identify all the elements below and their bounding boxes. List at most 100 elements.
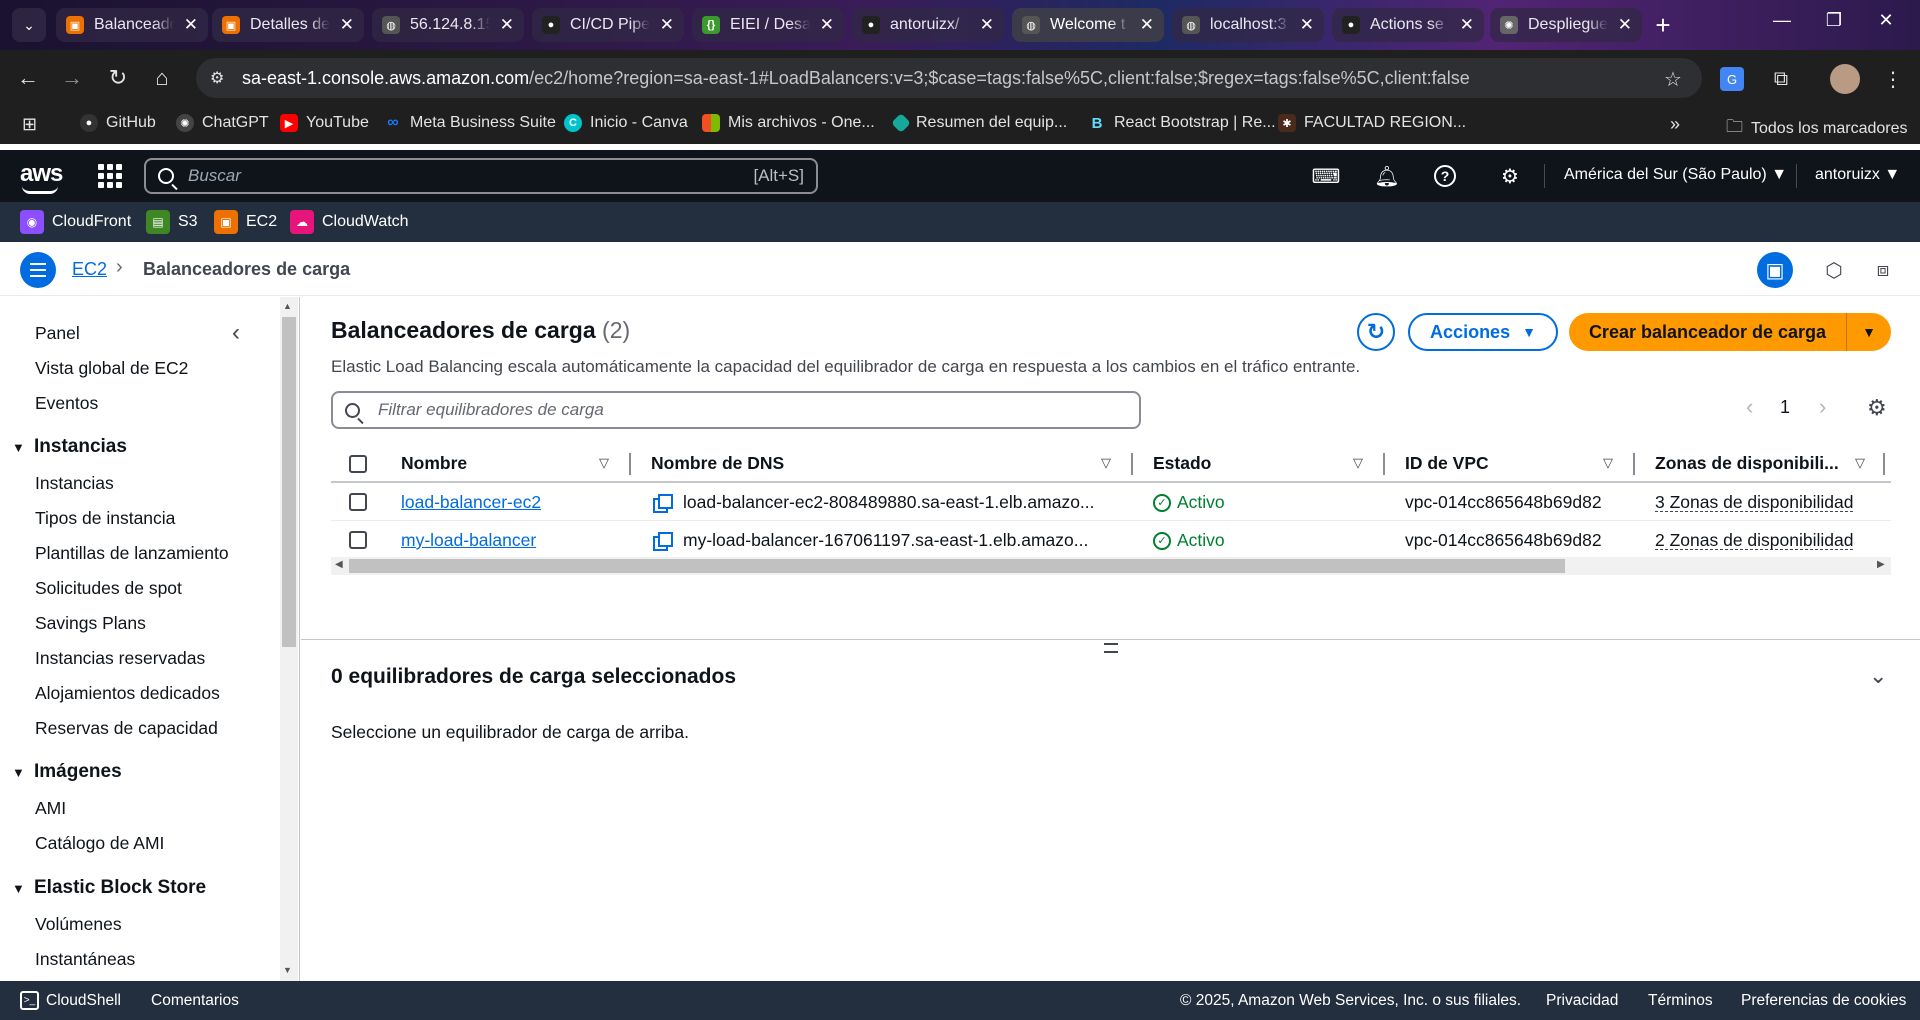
bookmark-react-bootstrap[interactable]: B React Bootstrap | Re... bbox=[1088, 114, 1276, 132]
nav-section-imagenes[interactable]: ▼ Imágenes bbox=[12, 761, 122, 783]
nav-volumes[interactable]: Volúmenes bbox=[35, 914, 122, 935]
reload-icon[interactable]: ↻ bbox=[104, 64, 132, 92]
panel-layout-icon[interactable]: ▣ bbox=[1757, 252, 1793, 288]
close-tab-icon[interactable]: ✕ bbox=[980, 15, 994, 35]
split-panel-resize-handle[interactable] bbox=[1104, 643, 1118, 653]
bookmark-star-icon[interactable]: ☆ bbox=[1658, 64, 1688, 94]
footer-privacy-link[interactable]: Privacidad bbox=[1546, 992, 1618, 1010]
nav-reserved-instances[interactable]: Instancias reservadas bbox=[35, 648, 205, 669]
nav-panel[interactable]: Panel bbox=[35, 323, 80, 344]
column-resizer[interactable] bbox=[1131, 453, 1133, 475]
nav-instance-types[interactable]: Tipos de instancia bbox=[35, 508, 175, 529]
new-tab-plus-icon[interactable]: + bbox=[1648, 10, 1678, 40]
service-cloudwatch[interactable]: ☁ CloudWatch bbox=[290, 210, 409, 234]
footer-cookie-preferences-link[interactable]: Preferencias de cookies bbox=[1741, 992, 1906, 1010]
close-tab-icon[interactable]: ✕ bbox=[1618, 15, 1632, 35]
nav-section-instancias[interactable]: ▼ Instancias bbox=[12, 436, 127, 458]
table-preferences-gear-icon[interactable]: ⚙ bbox=[1867, 395, 1887, 421]
service-ec2[interactable]: ▣ EC2 bbox=[214, 210, 277, 234]
scroll-up-icon[interactable]: ▲ bbox=[283, 301, 292, 311]
bookmark-canva[interactable]: C Inicio - Canva bbox=[564, 114, 688, 132]
row-checkbox[interactable] bbox=[349, 493, 367, 511]
service-s3[interactable]: ▤ S3 bbox=[146, 210, 198, 234]
nav-ami[interactable]: AMI bbox=[35, 798, 66, 819]
nav-instances[interactable]: Instancias bbox=[35, 473, 114, 494]
create-dropdown-caret-icon[interactable]: ▼ bbox=[1847, 313, 1891, 351]
nav-spot-requests[interactable]: Solicitudes de spot bbox=[35, 578, 182, 599]
refresh-button[interactable]: ↻ bbox=[1357, 313, 1395, 351]
scrollbar-thumb[interactable] bbox=[282, 317, 296, 647]
nav-ec2-global-view[interactable]: Vista global de EC2 bbox=[35, 358, 188, 379]
availability-zones-popover[interactable]: 2 Zonas de disponibilidad bbox=[1655, 531, 1854, 550]
select-all-checkbox[interactable] bbox=[349, 455, 367, 473]
table-row[interactable]: my-load-balancer my-load-balancer-167061… bbox=[331, 521, 1891, 559]
aws-search-input[interactable]: Buscar [Alt+S] bbox=[144, 158, 818, 194]
table-horizontal-scrollbar[interactable]: ◀ ▶ bbox=[331, 557, 1891, 575]
column-resizer[interactable] bbox=[1633, 453, 1635, 475]
close-tab-icon[interactable]: ✕ bbox=[1460, 15, 1474, 35]
cloudshell-terminal-icon[interactable]: >_ bbox=[20, 991, 39, 1010]
copy-icon[interactable] bbox=[653, 532, 673, 551]
bookmark-chatgpt[interactable]: ✺ ChatGPT bbox=[176, 114, 269, 132]
collapse-chevron-left-icon[interactable]: ‹ bbox=[232, 319, 240, 347]
browser-tab-active[interactable]: ◍ Welcome t ✕ bbox=[1012, 8, 1164, 42]
footer-terms-link[interactable]: Términos bbox=[1648, 992, 1713, 1010]
scroll-left-icon[interactable]: ◀ bbox=[335, 559, 343, 570]
minimize-icon[interactable]: — bbox=[1762, 10, 1802, 31]
column-resizer[interactable] bbox=[1383, 453, 1385, 475]
nav-ami-catalog[interactable]: Catálogo de AMI bbox=[35, 833, 164, 854]
footer-feedback-link[interactable]: Comentarios bbox=[151, 992, 239, 1010]
nav-savings-plans[interactable]: Savings Plans bbox=[35, 613, 146, 634]
bookmark-youtube[interactable]: ▶ YouTube bbox=[280, 114, 369, 132]
tab-search-chevron-icon[interactable]: ⌄ bbox=[12, 8, 46, 42]
more-bookmarks-chevron-icon[interactable]: » bbox=[1670, 114, 1680, 135]
side-navigation-toggle-button[interactable] bbox=[20, 252, 56, 288]
close-tab-icon[interactable]: ✕ bbox=[500, 15, 514, 35]
actions-dropdown-button[interactable]: Acciones ▼ bbox=[1408, 313, 1558, 351]
close-tab-icon[interactable]: ✕ bbox=[660, 15, 674, 35]
all-bookmarks-folder[interactable]: 🗀 Todos los marcadores bbox=[1726, 114, 1908, 143]
forward-arrow-icon[interactable]: → bbox=[58, 64, 86, 92]
help-icon[interactable]: ? bbox=[1434, 165, 1456, 187]
load-balancer-name-link[interactable]: load-balancer-ec2 bbox=[401, 492, 541, 513]
browser-tab[interactable]: ● antoruizx/ ✕ bbox=[852, 8, 1004, 42]
nav-snapshots[interactable]: Instantáneas bbox=[35, 949, 135, 970]
browser-tab[interactable]: ● CI/CD Pipe ✕ bbox=[532, 8, 684, 42]
table-row[interactable]: load-balancer-ec2 load-balancer-ec2-8084… bbox=[331, 483, 1891, 521]
nav-section-ebs[interactable]: ▼ Elastic Block Store bbox=[12, 877, 206, 899]
column-header-state[interactable]: Estado bbox=[1153, 453, 1211, 474]
close-tab-icon[interactable]: ✕ bbox=[184, 15, 198, 35]
bookmark-onedrive[interactable]: Mis archivos - One... bbox=[702, 114, 875, 132]
browser-tab[interactable]: ✺ Despliegue ✕ bbox=[1490, 8, 1642, 42]
service-cloudfront[interactable]: ◉ CloudFront bbox=[20, 210, 131, 234]
close-tab-icon[interactable]: ✕ bbox=[1140, 15, 1154, 35]
url-field[interactable]: ⚙ sa-east-1.console.aws.amazon.com/ec2/h… bbox=[196, 58, 1702, 98]
row-checkbox[interactable] bbox=[349, 531, 367, 549]
column-header-dns[interactable]: Nombre de DNS bbox=[651, 453, 784, 474]
settings-gear-icon[interactable]: ⚙ bbox=[1496, 162, 1524, 190]
browser-tab[interactable]: ▣ Detalles de ✕ bbox=[212, 8, 364, 42]
scrollbar-thumb[interactable] bbox=[349, 559, 1565, 573]
account-menu[interactable]: antoruizx ▼ bbox=[1815, 166, 1900, 184]
feedback-shield-icon[interactable]: ⬡ bbox=[1819, 255, 1849, 285]
nav-events[interactable]: Eventos bbox=[35, 393, 98, 414]
availability-zones-popover[interactable]: 3 Zonas de disponibilidad bbox=[1655, 493, 1854, 512]
restore-icon[interactable]: ❐ bbox=[1814, 10, 1854, 31]
back-arrow-icon[interactable]: ← bbox=[14, 64, 42, 92]
scroll-right-icon[interactable]: ▶ bbox=[1877, 559, 1885, 570]
services-grid-icon[interactable] bbox=[98, 164, 122, 188]
notifications-bell-icon[interactable]: 🔔︎ bbox=[1373, 162, 1401, 190]
column-header-zones[interactable]: Zonas de disponibili... bbox=[1655, 453, 1839, 474]
page-number[interactable]: 1 bbox=[1780, 397, 1790, 418]
close-window-icon[interactable]: ✕ bbox=[1866, 10, 1906, 31]
browser-tab[interactable]: ◍ localhost:3 ✕ bbox=[1172, 8, 1324, 42]
cloudshell-icon[interactable]: ⌨ bbox=[1312, 162, 1341, 190]
extensions-puzzle-icon[interactable]: ⧉ bbox=[1766, 64, 1796, 94]
aws-logo[interactable]: aws bbox=[20, 160, 63, 194]
bookmark-meta[interactable]: ∞ Meta Business Suite bbox=[384, 114, 556, 132]
translate-icon[interactable]: G bbox=[1720, 67, 1744, 91]
profile-avatar[interactable] bbox=[1830, 64, 1860, 94]
nav-launch-templates[interactable]: Plantillas de lanzamiento bbox=[35, 543, 229, 564]
browser-menu-icon[interactable]: ⋮ bbox=[1878, 64, 1908, 94]
copy-icon[interactable] bbox=[653, 494, 673, 513]
